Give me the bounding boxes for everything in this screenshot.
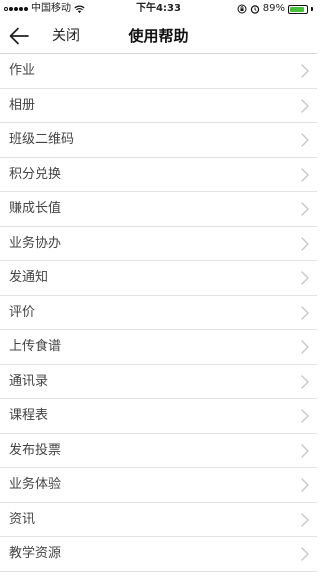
help-topic-label: 资讯	[9, 511, 36, 527]
chevron-right-icon	[301, 443, 309, 458]
help-topic-item[interactable]: 班级二维码	[0, 123, 317, 158]
chevron-right-icon	[301, 409, 309, 423]
alarm-icon	[250, 5, 259, 14]
help-topic-label: 积分兑换	[9, 166, 62, 182]
arrow-left-icon[interactable]	[8, 26, 30, 46]
help-topic-item[interactable]: 赚成长值	[0, 192, 317, 227]
status-bar: 中国移动 下午4:33 89%	[0, 0, 317, 18]
help-topic-item[interactable]: 积分兑换	[0, 158, 317, 192]
help-topic-item[interactable]: 通讯录	[0, 365, 317, 399]
help-topic-item[interactable]: 上传食谱	[0, 330, 317, 365]
help-topic-item[interactable]: 资讯	[0, 503, 317, 537]
chevron-right-icon	[301, 305, 309, 320]
chevron-right-icon	[301, 98, 309, 113]
help-topic-list: 作业相册班级二维码积分兑换赚成长值业务协办发通知评价上传食谱通讯录课程表发布投票…	[0, 54, 317, 572]
help-topic-label: 发布投票	[9, 442, 62, 458]
chevron-right-icon	[301, 202, 309, 216]
battery-fill	[290, 6, 305, 12]
help-topic-label: 赚成长值	[9, 201, 62, 216]
chevron-right-icon	[301, 374, 309, 389]
help-topic-item[interactable]: 业务体验	[0, 468, 317, 503]
help-topic-label: 业务协办	[9, 235, 62, 251]
help-topic-label: 班级二维码	[9, 132, 75, 147]
chevron-right-icon	[301, 478, 309, 492]
help-topic-label: 发通知	[9, 270, 49, 285]
battery-tip	[311, 7, 313, 11]
help-topic-label: 相册	[9, 97, 36, 113]
chevron-right-icon	[301, 271, 309, 285]
help-topic-item[interactable]: 作业	[0, 54, 317, 89]
help-topic-item[interactable]: 发布投票	[0, 434, 317, 468]
chevron-right-icon	[301, 133, 309, 147]
help-topic-label: 评价	[9, 304, 36, 320]
chevron-right-icon	[301, 547, 309, 561]
chevron-right-icon	[301, 340, 309, 354]
help-topic-label: 通讯录	[9, 373, 49, 389]
orientation-lock-icon	[237, 4, 247, 14]
help-topic-item[interactable]: 业务协办	[0, 227, 317, 261]
help-topic-label: 教学资源	[9, 546, 62, 561]
chevron-right-icon	[301, 167, 309, 182]
status-right: 89%	[237, 0, 313, 18]
help-topic-item[interactable]: 发通知	[0, 261, 317, 296]
close-button[interactable]: 关闭	[52, 18, 80, 54]
page-title: 使用帮助	[128, 27, 189, 45]
help-topic-item[interactable]: 评价	[0, 296, 317, 330]
help-topic-item[interactable]: 相册	[0, 89, 317, 123]
help-topic-item[interactable]: 课程表	[0, 399, 317, 434]
battery-percent: 89%	[262, 3, 285, 14]
help-topic-item[interactable]: 教学资源	[0, 537, 317, 572]
nav-bar: 关闭 使用帮助	[0, 18, 317, 54]
help-topic-label: 上传食谱	[9, 339, 62, 354]
help-topic-label: 作业	[9, 63, 36, 78]
battery-icon	[288, 4, 308, 14]
chevron-right-icon	[301, 236, 309, 251]
chevron-right-icon	[301, 64, 309, 78]
help-topic-label: 业务体验	[9, 477, 62, 492]
help-topic-label: 课程表	[9, 408, 49, 423]
chevron-right-icon	[301, 512, 309, 527]
